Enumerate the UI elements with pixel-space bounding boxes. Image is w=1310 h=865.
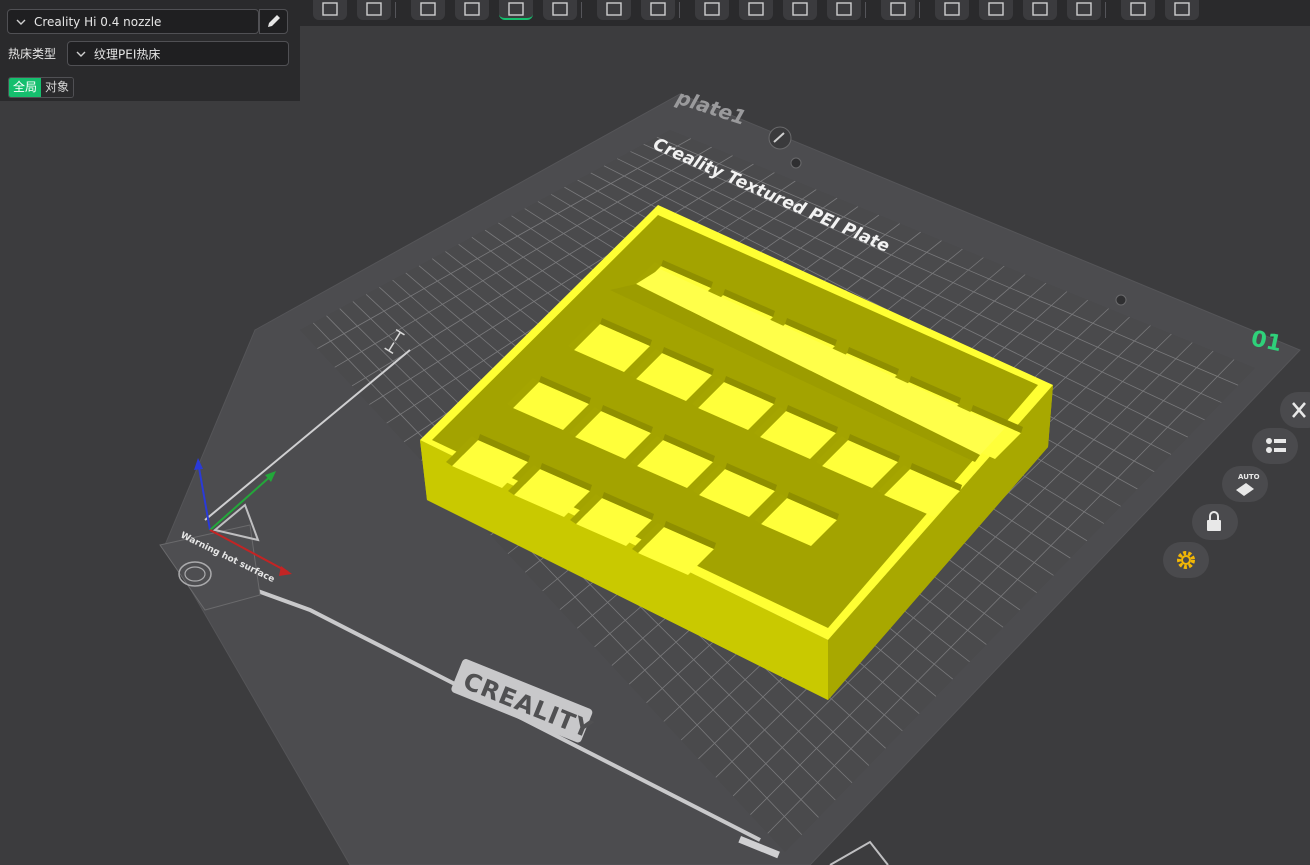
tab-object[interactable]: 对象 [41,78,74,97]
paint-button[interactable] [499,0,533,20]
measure-icon [606,2,622,16]
printer-select[interactable]: Creality Hi 0.4 nozzle [7,9,259,34]
toolbar-separator [581,2,582,18]
assembly-icon [650,2,666,16]
plate-pin [790,157,802,169]
plate-pin [1115,294,1127,306]
cut-button[interactable] [739,0,773,20]
printer-settings-panel: Creality Hi 0.4 nozzle 热床类型 纹理PEI热床 全局 对… [0,0,300,101]
bed-type-select[interactable]: 纹理PEI热床 [67,41,289,66]
settings-button[interactable] [1163,542,1209,578]
toolbar-separator [919,2,920,18]
3d-viewport[interactable]: plate1 Creality Textured PEI Plate 01 CR… [0,0,1310,865]
variable-layer-icon [1076,2,1092,16]
settings-button[interactable] [1165,0,1199,20]
support-paint-icon [704,2,720,16]
support-paint-button[interactable] [695,0,729,20]
lock-icon [1207,511,1221,531]
lay-on-face-icon [464,2,480,16]
brim-ears-button[interactable] [1121,0,1155,20]
auto-orient-button[interactable]: AUTO [1222,466,1268,502]
measure-button[interactable] [597,0,631,20]
pencil-icon [268,15,280,27]
mesh-boolean-icon [792,2,808,16]
layers-button[interactable] [1252,428,1298,464]
text-emboss-button[interactable] [979,0,1013,20]
top-toolbar [300,0,1310,26]
scope-toggle: 全局 对象 [8,77,75,98]
tab-global[interactable]: 全局 [9,78,42,97]
toolbar-separator [1105,2,1106,18]
fuzzy-skin-button[interactable] [935,0,969,20]
split-button[interactable] [543,0,577,20]
lay-on-face-button[interactable] [455,0,489,20]
svg-emboss-icon [1032,2,1048,16]
hollow-icon [836,2,852,16]
svg-emboss-button[interactable] [1023,0,1057,20]
mesh-boolean-button[interactable] [783,0,817,20]
chevron-down-icon [16,19,26,25]
close-icon [1292,402,1306,418]
arrange-grid-icon [366,2,382,16]
bed-type-value: 纹理PEI热床 [94,47,161,61]
toolbar-separator [679,2,680,18]
orient-icon [420,2,436,16]
seam-paint-icon [890,2,906,16]
orient-button[interactable] [411,0,445,20]
paint-icon [508,2,524,16]
close-button[interactable] [1280,392,1310,428]
settings-icon [1174,2,1190,16]
add-object-icon [322,2,338,16]
gear-icon [1177,551,1195,569]
arrange-grid-button[interactable] [357,0,391,20]
text-emboss-icon [988,2,1004,16]
toolbar-separator [865,2,866,18]
split-icon [552,2,568,16]
brim-ears-icon [1130,2,1146,16]
chevron-down-icon [76,51,86,57]
toolbar-separator [395,2,396,18]
variable-layer-button[interactable] [1067,0,1101,20]
edit-printer-button[interactable] [259,9,288,34]
hot-surface-icon-corner [829,840,889,865]
printer-select-value: Creality Hi 0.4 nozzle [34,14,162,29]
svg-text:AUTO: AUTO [1238,473,1260,481]
auto-orient-icon: AUTO [1236,473,1260,496]
plate-rename-button[interactable] [768,126,792,150]
cut-icon [748,2,764,16]
layers-icon [1266,438,1286,453]
add-object-button[interactable] [313,0,347,20]
bed-type-label: 热床类型 [8,47,57,61]
assembly-button[interactable] [641,0,675,20]
fuzzy-skin-icon [944,2,960,16]
hollow-button[interactable] [827,0,861,20]
seam-paint-button[interactable] [881,0,915,20]
lock-button[interactable] [1192,504,1238,540]
